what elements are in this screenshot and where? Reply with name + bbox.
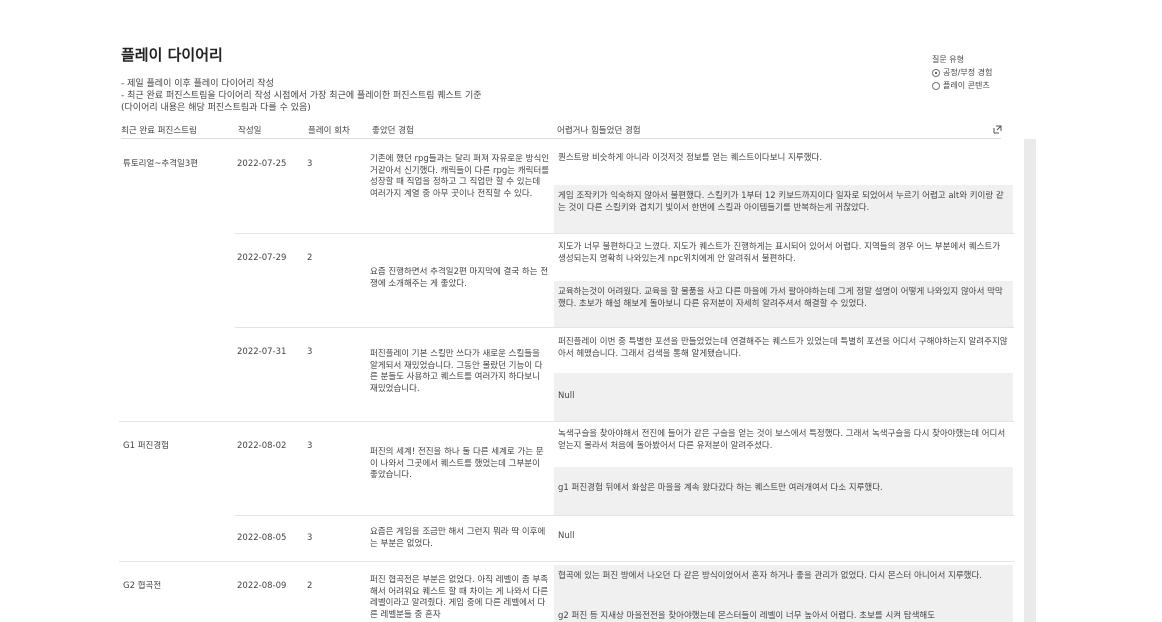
stream-cell: G2 협곡전 [123, 581, 162, 591]
count-cell: 3 [307, 441, 313, 451]
bad-experience-cell: 퍼진플레이 이번 중 특별한 포션을 만들었었는데 연결해주는 퀘스트가 있었는… [558, 337, 1008, 359]
row-divider [235, 515, 1014, 516]
date-cell: 2022-07-31 [237, 347, 287, 357]
column-header-stream: 최근 완료 퍼진스트림 [121, 126, 197, 136]
note-line: (다이어리 내용은 해당 퍼진스트림과 다를 수 있음) [121, 103, 311, 113]
bad-experience-cell: Null [558, 531, 575, 541]
question-type-selector: 질문 유형 공정/부정 경험 플레이 콘텐츠 [932, 53, 992, 92]
expand-icon[interactable] [993, 125, 1002, 134]
radio-unselected-icon[interactable] [932, 81, 940, 90]
good-experience-cell: 기존에 했던 rpg들과는 달리 퍼져 자유로운 방식인거같아서 신기했다. 캐… [370, 154, 550, 199]
bad-experience-cell: g2 퍼진 등 지새상 마을전전을 찾아야했는데 몬스터들이 레벨이 너무 높아… [554, 605, 1013, 622]
bad-experience-cell: g1 퍼진경험 뒤에서 화살은 마을을 계속 왔다갔다 하는 퀘스트만 여러개여… [554, 467, 1013, 515]
good-experience-cell: 요즘 진행하면서 추격일2편 마지막에 결국 하는 전쟁에 소개해주는 게 좋았… [370, 267, 549, 289]
good-experience-cell: 퍼진의 세계! 전진을 하나 둘 다른 세계로 가는 문이 나와서 그곳에서 퀘… [370, 447, 544, 480]
bad-experience-cell: 교육하는것이 어려웠다. 교육을 할 물품을 사고 다른 마을에 가서 팔아야하… [554, 281, 1013, 327]
row-divider [235, 327, 1014, 328]
bad-experience-cell: 협곡에 있는 퍼진 방에서 나오던 다 같은 방식이었어서 혼자 하거나 좋을 … [554, 565, 1013, 605]
column-header-count: 플레이 회차 [308, 126, 350, 136]
bad-experience-cell: 지도가 너무 불편하다고 느꼈다. 지도가 퀘스트가 진행하게는 표시되어 있어… [558, 242, 1001, 264]
radio-option-positive-negative[interactable]: 공정/부정 경험 [932, 66, 992, 79]
group-divider [119, 421, 1014, 422]
table-header: 최근 완료 퍼진스트림 작성일 플레이 회차 좋았던 경험 어렵거나 힘들었던 … [121, 124, 1001, 139]
column-header-date: 작성일 [238, 126, 262, 136]
date-cell: 2022-07-29 [237, 253, 287, 263]
play-diary-page: 플레이 다이어리 - 제일 플레이 이후 플레이 다이어리 작성 - 최근 완료… [0, 0, 1162, 622]
radio-option-label: 플레이 콘텐츠 [943, 81, 990, 90]
stream-cell: 튜토리얼~추격일3편 [123, 159, 199, 169]
notes: - 제일 플레이 이후 플레이 다이어리 작성 - 최근 완료 퍼진스트림을 다… [121, 78, 482, 114]
count-cell: 2 [307, 581, 313, 591]
question-type-label: 질문 유형 [932, 55, 964, 64]
group-divider [119, 561, 1014, 562]
date-cell: 2022-07-25 [237, 159, 287, 169]
bad-experience-cell: 퀀스트랑 비슷하게 아니라 이것저것 정보를 얻는 퀘스트이다보니 지루했다. [558, 153, 823, 163]
date-cell: 2022-08-05 [237, 533, 287, 543]
note-line: - 최근 완료 퍼진스트림을 다이어리 작성 시점에서 가장 최근에 플레이한 … [121, 91, 482, 101]
diary-table: 튜토리얼~추격일3편 2022-07-25 3 기존에 했던 rpg들과는 달리… [119, 139, 1038, 622]
stream-cell: G1 퍼진경험 [123, 441, 169, 451]
bad-experience-cell: 녹색구슬을 찾아야해서 전진에 들어가 같은 구슬을 얻는 것이 보스에서 특정… [558, 429, 1006, 451]
date-cell: 2022-08-09 [237, 581, 287, 591]
row-divider [235, 233, 1014, 234]
bad-experience-cell: Null [554, 373, 1013, 421]
radio-option-play-content[interactable]: 플레이 콘텐츠 [932, 79, 992, 92]
column-header-bad: 어렵거나 힘들었던 경험 [557, 126, 641, 136]
good-experience-cell: 퍼진플레이 기본 스킬만 쓰다가 새로운 스킬들을 알게되서 재밌었습니다. 그… [370, 349, 543, 394]
count-cell: 2 [307, 253, 313, 263]
count-cell: 3 [307, 159, 313, 169]
page-title: 플레이 다이어리 [121, 46, 223, 64]
good-experience-cell: 퍼진 협곡전은 부분은 없었다. 아직 레벨이 좀 부족해서 어려워요 퀘스트 … [370, 575, 549, 620]
column-header-good: 좋았던 경험 [372, 126, 414, 136]
bad-experience-cell: 게임 조작키가 익숙하지 않아서 불편했다. 스킬키가 1부터 12 키보드까지… [554, 185, 1013, 233]
date-cell: 2022-08-02 [237, 441, 287, 451]
radio-option-label: 공정/부정 경험 [943, 68, 993, 77]
radio-selected-icon[interactable] [932, 68, 940, 77]
count-cell: 3 [307, 533, 313, 543]
note-line: - 제일 플레이 이후 플레이 다이어리 작성 [121, 79, 274, 89]
count-cell: 3 [307, 347, 313, 357]
good-experience-cell: 요즘은 게임을 조금만 해서 그런지 뭐라 딱 이후에는 부분은 없었다. [370, 527, 546, 549]
